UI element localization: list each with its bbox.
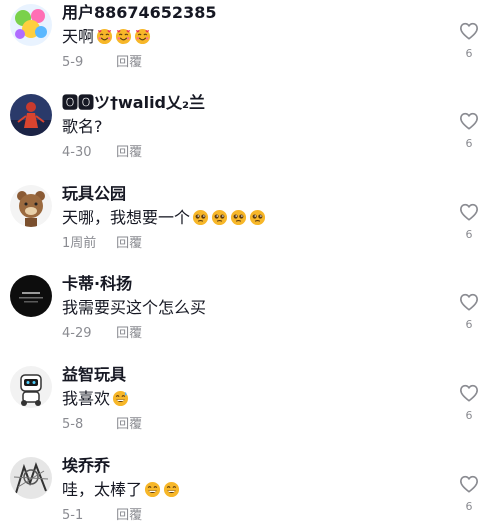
heart-outline-icon bbox=[460, 384, 478, 402]
comment-text: 哇，太棒了 bbox=[62, 479, 180, 501]
comment-meta: 5-9 回覆 bbox=[62, 54, 142, 72]
avatar[interactable] bbox=[10, 366, 52, 408]
reply-button[interactable]: 回覆 bbox=[116, 326, 142, 341]
like-count: 6 bbox=[465, 137, 473, 150]
pleading-face-icon bbox=[192, 209, 209, 226]
comment-meta: 5-1 回覆 bbox=[62, 507, 142, 525]
comment-item: 玩具公园 天哪，我想要一个 1周前 回覆 6 bbox=[0, 181, 502, 271]
avatar-sketch-icon bbox=[10, 457, 52, 499]
reply-button[interactable]: 回覆 bbox=[116, 417, 142, 432]
heart-outline-icon bbox=[460, 22, 478, 40]
heart-outline-icon bbox=[460, 203, 478, 221]
like-count: 6 bbox=[465, 47, 473, 60]
comment-date: 5-8 bbox=[62, 417, 84, 432]
comment-text: 我喜欢 bbox=[62, 388, 129, 410]
grinning-sweat-face-icon bbox=[112, 390, 129, 407]
comment-meta: 4-30 回覆 bbox=[62, 144, 142, 162]
comment-item: 🅾🅾ツ†walid乂₂兰 歌名? 4-30 回覆 6 bbox=[0, 90, 502, 180]
avatar[interactable] bbox=[10, 94, 52, 136]
reply-button[interactable]: 回覆 bbox=[116, 55, 142, 70]
pleading-face-icon bbox=[211, 209, 228, 226]
smiling-face-with-hearts-icon bbox=[134, 28, 151, 45]
heart-outline-icon bbox=[460, 293, 478, 311]
like-button[interactable]: 6 bbox=[456, 203, 482, 241]
comment-date: 5-1 bbox=[62, 508, 84, 523]
like-count: 6 bbox=[465, 409, 473, 422]
comment-meta: 5-8 回覆 bbox=[62, 416, 142, 434]
comment-date: 4-29 bbox=[62, 326, 92, 341]
comment-meta: 4-29 回覆 bbox=[62, 325, 142, 343]
comment-date: 4-30 bbox=[62, 145, 92, 160]
avatar-robot-icon bbox=[10, 366, 52, 408]
avatar[interactable] bbox=[10, 4, 52, 46]
like-button[interactable]: 6 bbox=[456, 112, 482, 150]
smiling-face-with-hearts-icon bbox=[96, 28, 113, 45]
avatar-dark-icon bbox=[10, 275, 52, 317]
avatar-bear-icon bbox=[10, 185, 52, 227]
avatar-figure-icon bbox=[10, 94, 52, 136]
comment-item: 埃乔乔 哇，太棒了 5-1 回覆 6 bbox=[0, 453, 502, 532]
heart-outline-icon bbox=[460, 475, 478, 493]
like-count: 6 bbox=[465, 228, 473, 241]
pleading-face-icon bbox=[249, 209, 266, 226]
comment-text: 天啊 bbox=[62, 26, 151, 48]
comment-username[interactable]: 用户88674652385 bbox=[62, 2, 216, 24]
like-count: 6 bbox=[465, 318, 473, 331]
comment-meta: 1周前 回覆 bbox=[62, 235, 142, 253]
avatar[interactable] bbox=[10, 185, 52, 227]
grinning-face-icon bbox=[163, 481, 180, 498]
like-button[interactable]: 6 bbox=[456, 293, 482, 331]
comment-username[interactable]: 益智玩具 bbox=[62, 364, 126, 386]
like-count: 6 bbox=[465, 500, 473, 513]
comment-item: 用户88674652385 天啊 5-9 回覆 6 bbox=[0, 0, 502, 90]
comment-item: 卡蒂·科扬 我需要买这个怎么买 4-29 回覆 6 bbox=[0, 271, 502, 361]
reply-button[interactable]: 回覆 bbox=[116, 508, 142, 523]
comment-list: 用户88674652385 天啊 5-9 回覆 6 🅾🅾ツ†walid乂₂兰 歌… bbox=[0, 0, 502, 532]
pleading-face-icon bbox=[230, 209, 247, 226]
comment-username[interactable]: 🅾🅾ツ†walid乂₂兰 bbox=[62, 92, 205, 114]
avatar[interactable] bbox=[10, 457, 52, 499]
heart-outline-icon bbox=[460, 112, 478, 130]
comment-username[interactable]: 玩具公园 bbox=[62, 183, 126, 205]
comment-item: 益智玩具 我喜欢 5-8 回覆 6 bbox=[0, 362, 502, 452]
comment-username[interactable]: 卡蒂·科扬 bbox=[62, 273, 132, 295]
reply-button[interactable]: 回覆 bbox=[116, 145, 142, 160]
comment-text: 歌名? bbox=[62, 117, 103, 136]
avatar[interactable] bbox=[10, 275, 52, 317]
reply-button[interactable]: 回覆 bbox=[116, 236, 142, 251]
avatar-colorful-icon bbox=[10, 4, 52, 46]
grinning-face-icon bbox=[144, 481, 161, 498]
smiling-face-with-hearts-icon bbox=[115, 28, 132, 45]
comment-text: 天哪，我想要一个 bbox=[62, 207, 266, 229]
like-button[interactable]: 6 bbox=[456, 22, 482, 60]
comment-date: 1周前 bbox=[62, 236, 97, 251]
like-button[interactable]: 6 bbox=[456, 475, 482, 513]
comment-text: 我需要买这个怎么买 bbox=[62, 298, 207, 317]
like-button[interactable]: 6 bbox=[456, 384, 482, 422]
comment-date: 5-9 bbox=[62, 55, 84, 70]
comment-username[interactable]: 埃乔乔 bbox=[62, 455, 110, 477]
